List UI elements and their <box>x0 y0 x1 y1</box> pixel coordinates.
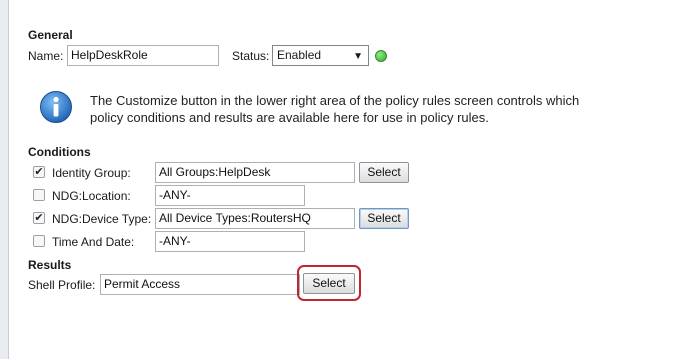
general-heading: General <box>28 28 73 42</box>
ndg-location-label: NDG:Location: <box>52 189 131 203</box>
ndg-device-type-label: NDG:Device Type: <box>52 212 152 226</box>
identity-group-input[interactable]: All Groups:HelpDesk <box>155 162 355 183</box>
status-indicator-icon <box>375 50 387 62</box>
ndg-location-input[interactable]: -ANY- <box>155 185 305 206</box>
name-input[interactable]: HelpDeskRole <box>67 45 219 66</box>
status-select-value: Enabled <box>277 48 322 62</box>
policy-panel: General Name: HelpDeskRole Status: Enabl… <box>8 0 688 359</box>
name-label: Name: <box>28 49 64 63</box>
ndg-device-type-select-button[interactable]: Select <box>359 208 409 229</box>
ndg-device-type-checkbox[interactable]: ✔ <box>33 212 45 224</box>
status-select[interactable]: Enabled ▼ <box>272 45 369 66</box>
ndg-location-checkbox[interactable] <box>33 189 45 201</box>
results-heading: Results <box>28 258 72 272</box>
status-label: Status: <box>232 49 270 63</box>
shell-profile-input[interactable]: Permit Access <box>100 274 300 295</box>
info-text-line1: The Customize button in the lower right … <box>90 93 580 108</box>
info-text-line2: policy conditions and results are availa… <box>90 110 489 125</box>
info-icon <box>40 91 72 123</box>
time-and-date-checkbox[interactable] <box>33 235 45 247</box>
identity-group-checkbox[interactable]: ✔ <box>33 166 45 178</box>
time-and-date-label: Time And Date: <box>52 235 135 249</box>
chevron-down-icon: ▼ <box>353 51 363 62</box>
shell-profile-select-button[interactable]: Select <box>303 273 355 294</box>
identity-group-select-button[interactable]: Select <box>359 162 409 183</box>
ndg-device-type-input[interactable]: All Device Types:RoutersHQ <box>155 208 355 229</box>
time-and-date-input[interactable]: -ANY- <box>155 231 305 252</box>
conditions-heading: Conditions <box>28 145 91 159</box>
shell-profile-label: Shell Profile: <box>28 278 96 292</box>
identity-group-label: Identity Group: <box>52 166 131 180</box>
